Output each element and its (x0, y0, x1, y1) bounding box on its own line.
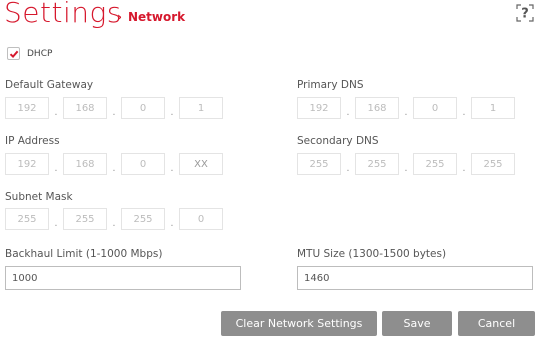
primary-dns-field: 192 . 168 . 0 . 1 (297, 97, 515, 119)
octet-separator: . (54, 217, 58, 229)
secondary-dns-label: Secondary DNS (297, 135, 379, 147)
octet-separator: . (462, 106, 466, 118)
octet-separator: . (170, 162, 174, 174)
ip-address-octet-1[interactable]: 192 (5, 153, 49, 175)
breadcrumb-label: Network (127, 10, 186, 24)
subnet-mask-field: 255 . 255 . 255 . 0 (5, 208, 223, 230)
octet-separator: . (54, 162, 58, 174)
svg-text:?: ? (521, 7, 529, 22)
octet-separator: . (404, 106, 408, 118)
ip-address-octet-4[interactable]: XX (179, 153, 223, 175)
secondary-dns-octet-2[interactable]: 255 (355, 153, 399, 175)
subnet-mask-octet-4[interactable]: 0 (179, 208, 223, 230)
ip-address-field: 192 . 168 . 0 . XX (5, 153, 223, 175)
help-icon[interactable]: ? (516, 4, 534, 22)
primary-dns-octet-3[interactable]: 0 (413, 97, 457, 119)
default-gateway-octet-1[interactable]: 192 (5, 97, 49, 119)
octet-separator: . (54, 106, 58, 118)
page-title: Settings (4, 0, 122, 29)
cancel-button[interactable]: Cancel (458, 311, 535, 336)
octet-separator: . (462, 162, 466, 174)
breadcrumb[interactable]: › Network (117, 10, 185, 24)
dhcp-label: DHCP (27, 48, 53, 59)
default-gateway-octet-2[interactable]: 168 (63, 97, 107, 119)
dhcp-option[interactable]: DHCP (7, 47, 52, 60)
octet-separator: . (170, 106, 174, 118)
default-gateway-field: 192 . 168 . 0 . 1 (5, 97, 223, 119)
primary-dns-octet-2[interactable]: 168 (355, 97, 399, 119)
primary-dns-label: Primary DNS (297, 79, 364, 91)
ip-address-octet-3[interactable]: 0 (121, 153, 165, 175)
octet-separator: . (170, 217, 174, 229)
subnet-mask-octet-3[interactable]: 255 (121, 208, 165, 230)
default-gateway-label: Default Gateway (5, 79, 94, 91)
octet-separator: . (112, 106, 116, 118)
default-gateway-octet-4[interactable]: 1 (179, 97, 223, 119)
default-gateway-octet-3[interactable]: 0 (121, 97, 165, 119)
ip-address-octet-2[interactable]: 168 (63, 153, 107, 175)
octet-separator: . (112, 217, 116, 229)
subnet-mask-label: Subnet Mask (5, 191, 73, 203)
subnet-mask-octet-1[interactable]: 255 (5, 208, 49, 230)
secondary-dns-octet-4[interactable]: 255 (471, 153, 515, 175)
ip-address-label: IP Address (5, 135, 60, 147)
clear-network-settings-button[interactable]: Clear Network Settings (221, 311, 377, 336)
primary-dns-octet-4[interactable]: 1 (471, 97, 515, 119)
mtu-size-label: MTU Size (1300-1500 bytes) (297, 248, 447, 260)
dhcp-checkbox[interactable] (7, 47, 20, 60)
secondary-dns-octet-3[interactable]: 255 (413, 153, 457, 175)
chevron-right-icon: › (117, 10, 122, 24)
checkmark-icon (9, 50, 19, 59)
secondary-dns-octet-1[interactable]: 255 (297, 153, 341, 175)
save-button[interactable]: Save (382, 311, 452, 336)
octet-separator: . (346, 106, 350, 118)
subnet-mask-octet-2[interactable]: 255 (63, 208, 107, 230)
primary-dns-octet-1[interactable]: 192 (297, 97, 341, 119)
backhaul-limit-input[interactable]: 1000 (5, 266, 241, 290)
octet-separator: . (404, 162, 408, 174)
octet-separator: . (112, 162, 116, 174)
secondary-dns-field: 255 . 255 . 255 . 255 (297, 153, 515, 175)
backhaul-limit-label: Backhaul Limit (1-1000 Mbps) (5, 248, 163, 260)
octet-separator: . (346, 162, 350, 174)
mtu-size-input[interactable]: 1460 (297, 266, 533, 290)
